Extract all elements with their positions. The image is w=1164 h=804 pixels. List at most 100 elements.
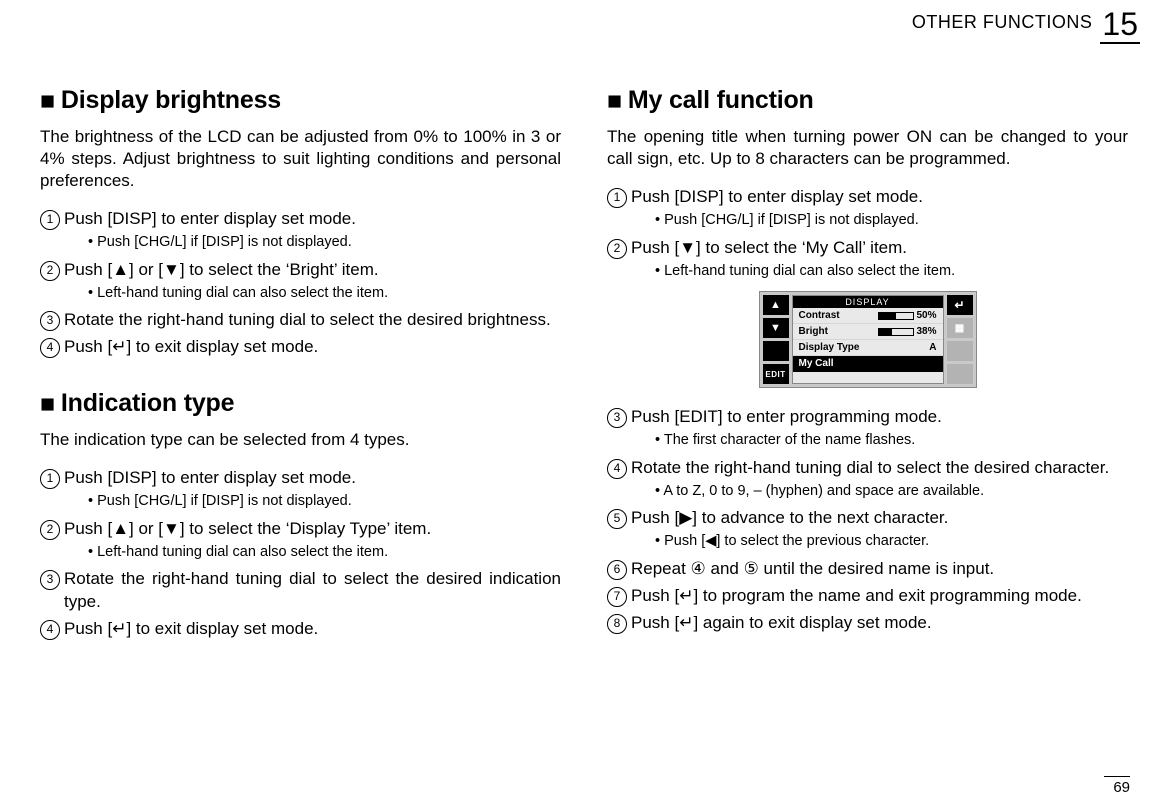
steps-my-call-bottom: 3Push [EDIT] to enter programming mode. …	[607, 406, 1128, 634]
lcd-row-value: 38%	[916, 326, 936, 337]
lcd-blank-button	[763, 341, 789, 361]
step-text: Push [▲] or [▼] to select the ‘Display T…	[64, 519, 431, 538]
step: 6Repeat ④ and ⑤ until the desired name i…	[607, 558, 1128, 581]
lcd-illustration: ▲ ▼ EDIT DISPLAY Contrast 50% Bright 38%…	[607, 291, 1128, 388]
step-text: Repeat ④ and ⑤ until the desired name is…	[631, 559, 994, 578]
step-number-icon: 3	[607, 408, 627, 428]
step: 7Push [↵] to program the name and exit p…	[607, 585, 1128, 608]
step-note: Push [CHG/L] if [DISP] is not displayed.	[88, 233, 561, 253]
step: 2Push [▲] or [▼] to select the ‘Bright’ …	[40, 259, 561, 304]
step-text: Rotate the right-hand tuning dial to sel…	[64, 569, 561, 611]
lcd-row-label: Contrast	[799, 310, 840, 321]
lcd-row-my-call: My Call	[793, 356, 943, 372]
step: 4Push [↵] to exit display set mode.	[40, 618, 561, 641]
step-text: Rotate the right-hand tuning dial to sel…	[631, 458, 1109, 477]
lcd-row-label: Display Type	[799, 342, 860, 353]
steps-my-call-top: 1Push [DISP] to enter display set mode. …	[607, 186, 1128, 281]
slider-bar-icon	[878, 312, 914, 320]
step: 3Rotate the right-hand tuning dial to se…	[40, 568, 561, 614]
step-number-icon: 6	[607, 560, 627, 580]
step-note: Push [◀] to select the previous characte…	[655, 532, 1128, 552]
step: 4Push [↵] to exit display set mode.	[40, 336, 561, 359]
intro-my-call: The opening title when turning power ON …	[607, 126, 1128, 170]
left-column: ■Display brightness The brightness of th…	[40, 86, 561, 645]
slider-bar-icon	[878, 328, 914, 336]
down-triangle-icon: ▼	[770, 322, 781, 334]
lcd-edit-button: EDIT	[763, 364, 789, 384]
section-label: OTHER FUNCTIONS	[912, 12, 1093, 33]
step-note: Left-hand tuning dial can also select th…	[88, 284, 561, 304]
intro-indication-type: The indication type can be selected from…	[40, 429, 561, 451]
chapter-number: 15	[1100, 8, 1140, 44]
step-note: Left-hand tuning dial can also select th…	[88, 543, 561, 563]
step-number-icon: 2	[607, 239, 627, 259]
lcd-right-buttons: ↵ ▦	[947, 295, 973, 384]
lcd-grey-button: ▦	[947, 318, 973, 338]
lcd-up-button: ▲	[763, 295, 789, 315]
heading-display-brightness: ■Display brightness	[40, 86, 561, 116]
lcd-grey-button	[947, 364, 973, 384]
step-text: Push [▲] or [▼] to select the ‘Bright’ i…	[64, 260, 379, 279]
step-text: Push [↵] to exit display set mode.	[64, 619, 318, 638]
step-text: Push [↵] to exit display set mode.	[64, 337, 318, 356]
step-number-icon: 2	[40, 520, 60, 540]
lcd-title: DISPLAY	[793, 296, 943, 308]
heading-text: Display brightness	[61, 86, 281, 114]
step-number-icon: 3	[40, 311, 60, 331]
lcd-left-buttons: ▲ ▼ EDIT	[763, 295, 789, 384]
step-note: The first character of the name flashes.	[655, 431, 1128, 451]
steps-display-brightness: 1Push [DISP] to enter display set mode. …	[40, 208, 561, 359]
step: 1Push [DISP] to enter display set mode. …	[40, 467, 561, 512]
step: 4Rotate the right-hand tuning dial to se…	[607, 457, 1128, 502]
lcd-row-label: My Call	[799, 358, 834, 369]
step-number-icon: 1	[607, 188, 627, 208]
lcd-row-value: A	[929, 342, 936, 353]
intro-display-brightness: The brightness of the LCD can be adjuste…	[40, 126, 561, 192]
square-bullet-icon: ■	[607, 87, 622, 116]
step-text: Push [▼] to select the ‘My Call’ item.	[631, 238, 907, 257]
step-text: Push [DISP] to enter display set mode.	[64, 209, 356, 228]
step-number-icon: 7	[607, 587, 627, 607]
steps-indication-type: 1Push [DISP] to enter display set mode. …	[40, 467, 561, 641]
step: 8Push [↵] again to exit display set mode…	[607, 612, 1128, 635]
step-note: A to Z, 0 to 9, – (hyphen) and space are…	[655, 482, 1128, 502]
page-header: OTHER FUNCTIONS 15	[912, 8, 1140, 44]
step: 5Push [▶] to advance to the next charact…	[607, 507, 1128, 552]
step-text: Push [↵] again to exit display set mode.	[631, 613, 932, 632]
edit-label: EDIT	[765, 370, 785, 379]
square-bullet-icon: ■	[40, 390, 55, 419]
lcd-row-label: Bright	[799, 326, 828, 337]
step-text: Push [DISP] to enter display set mode.	[64, 468, 356, 487]
lcd-row-value: 50%	[916, 310, 936, 321]
step-number-icon: 2	[40, 261, 60, 281]
heading-my-call-function: ■My call function	[607, 86, 1128, 116]
step-text: Push [DISP] to enter display set mode.	[631, 187, 923, 206]
step-number-icon: 5	[607, 509, 627, 529]
lcd-screen: DISPLAY Contrast 50% Bright 38% Display …	[792, 295, 944, 384]
lcd-down-button: ▼	[763, 318, 789, 338]
heading-text: Indication type	[61, 389, 234, 417]
heading-text: My call function	[628, 86, 814, 114]
lcd-row-bright: Bright 38%	[793, 324, 943, 340]
step-text: Push [↵] to program the name and exit pr…	[631, 586, 1082, 605]
step: 2Push [▲] or [▼] to select the ‘Display …	[40, 518, 561, 563]
step-text: Rotate the right-hand tuning dial to sel…	[64, 310, 551, 329]
step-note: Push [CHG/L] if [DISP] is not displayed.	[88, 492, 561, 512]
step: 1Push [DISP] to enter display set mode. …	[607, 186, 1128, 231]
enter-icon: ↵	[954, 298, 964, 312]
step-number-icon: 1	[40, 469, 60, 489]
lcd-enter-button: ↵	[947, 295, 973, 315]
step: 2Push [▼] to select the ‘My Call’ item. …	[607, 237, 1128, 282]
step-text: Push [EDIT] to enter programming mode.	[631, 407, 942, 426]
step: 1Push [DISP] to enter display set mode. …	[40, 208, 561, 253]
step-text: Push [▶] to advance to the next characte…	[631, 508, 948, 527]
step-number-icon: 8	[607, 614, 627, 634]
step-number-icon: 4	[40, 620, 60, 640]
step-note: Push [CHG/L] if [DISP] is not displayed.	[655, 211, 1128, 231]
step: 3Push [EDIT] to enter programming mode. …	[607, 406, 1128, 451]
step-note: Left-hand tuning dial can also select th…	[655, 262, 1128, 282]
page-number: 69	[1104, 776, 1130, 796]
lcd-grey-button	[947, 341, 973, 361]
lcd-row-display-type: Display Type A	[793, 340, 943, 356]
right-column: ■My call function The opening title when…	[607, 86, 1128, 645]
